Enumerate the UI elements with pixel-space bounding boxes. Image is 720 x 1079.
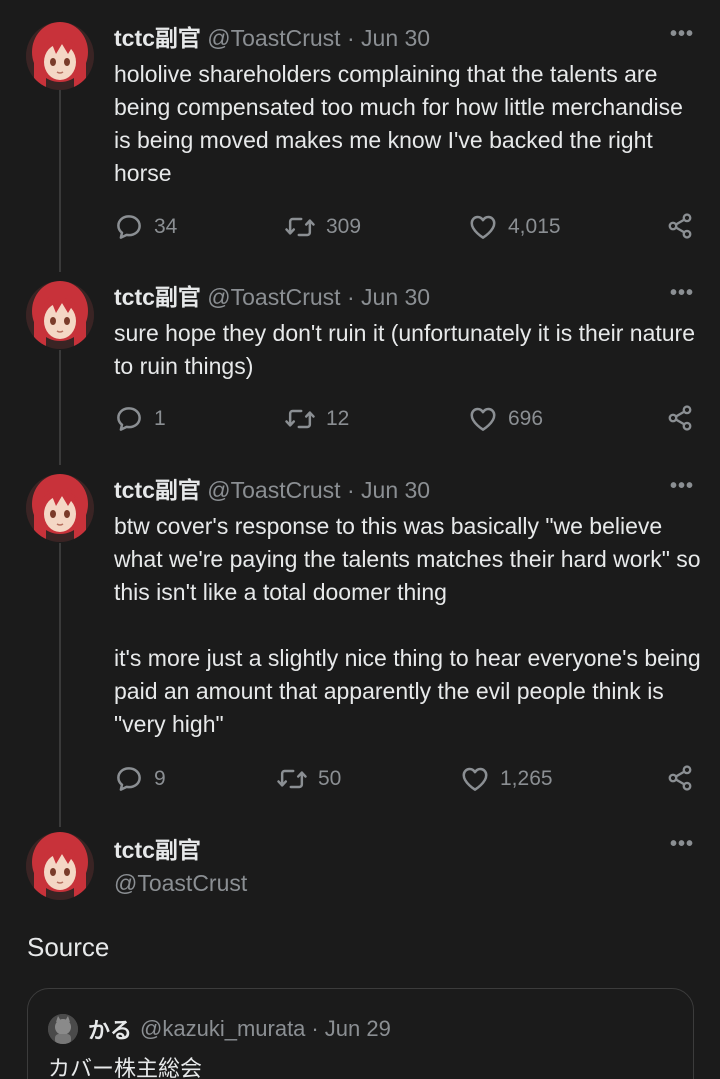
separator-dot: · bbox=[311, 1016, 319, 1041]
separator-dot: · bbox=[346, 25, 355, 51]
thread-page: tctc副官 @ToastCrust · Jun 30 ••• hololive… bbox=[0, 0, 720, 1079]
tweet-date[interactable]: Jun 30 bbox=[361, 284, 430, 310]
share-icon bbox=[666, 404, 694, 432]
thread-connector bbox=[59, 350, 61, 465]
retweet-count: 309 bbox=[326, 215, 362, 238]
tweet-header: tctc副官 @ToastCrust bbox=[114, 834, 247, 900]
quoted-tweet-text: カバー株主総会 bbox=[48, 1056, 203, 1079]
reply-button[interactable]: 34 bbox=[114, 212, 177, 242]
like-button[interactable]: 4,015 bbox=[468, 212, 561, 242]
tweet-text: hololive shareholders complaining that t… bbox=[114, 58, 704, 190]
like-count: 1,265 bbox=[500, 767, 553, 790]
reply-icon bbox=[114, 764, 144, 794]
tweet-date[interactable]: Jun 30 bbox=[361, 477, 430, 503]
avatar[interactable] bbox=[26, 281, 94, 349]
retweet-icon bbox=[284, 404, 316, 434]
quoted-user-handle[interactable]: @kazuki_murata bbox=[140, 1016, 305, 1042]
display-name[interactable]: tctc副官 bbox=[114, 477, 201, 503]
quoted-tweet-header: かる @kazuki_murata · Jun 29 bbox=[48, 1013, 391, 1045]
retweet-count: 50 bbox=[318, 767, 342, 790]
thread-connector bbox=[59, 90, 61, 272]
tweet-actions: 1 12 696 bbox=[114, 404, 694, 434]
tweet-text: btw cover's response to this was basical… bbox=[114, 510, 704, 741]
display-name[interactable]: tctc副官 bbox=[114, 284, 201, 310]
reply-count: 1 bbox=[154, 407, 166, 430]
share-button[interactable] bbox=[666, 404, 694, 432]
more-options-icon[interactable]: ••• bbox=[670, 476, 694, 496]
tweet-header: tctc副官 @ToastCrust · Jun 30 bbox=[114, 476, 430, 504]
reply-icon bbox=[114, 212, 144, 242]
reply-button[interactable]: 9 bbox=[114, 764, 166, 794]
heart-icon bbox=[460, 764, 490, 794]
tweet-paragraph: it's more just a slightly nice thing to … bbox=[114, 645, 701, 737]
tweet-paragraph: btw cover's response to this was basical… bbox=[114, 513, 701, 605]
tweet-header: tctc副官 @ToastCrust · Jun 30 bbox=[114, 24, 430, 52]
like-button[interactable]: 1,265 bbox=[460, 764, 553, 794]
separator-dot: · bbox=[346, 284, 355, 310]
avatar[interactable] bbox=[26, 832, 94, 900]
quoted-avatar[interactable] bbox=[48, 1014, 78, 1044]
retweet-icon bbox=[276, 764, 308, 794]
share-button[interactable] bbox=[666, 212, 694, 240]
avatar[interactable] bbox=[26, 474, 94, 542]
retweet-button[interactable]: 309 bbox=[284, 212, 361, 242]
tweet-actions: 34 309 4,015 bbox=[114, 212, 694, 242]
reply-icon bbox=[114, 404, 144, 434]
reply-count: 9 bbox=[154, 767, 166, 790]
tweet-paragraph: hololive shareholders complaining that t… bbox=[114, 61, 683, 186]
quoted-tweet-date[interactable]: Jun 29 bbox=[325, 1016, 391, 1042]
tweet-actions: 9 50 1,265 bbox=[114, 764, 694, 794]
separator-dot: · bbox=[346, 477, 355, 503]
share-icon bbox=[666, 764, 694, 792]
more-options-icon[interactable]: ••• bbox=[670, 283, 694, 303]
tweet-text: Source bbox=[27, 932, 110, 962]
user-handle[interactable]: @ToastCrust bbox=[114, 867, 247, 900]
retweet-icon bbox=[284, 212, 316, 242]
more-options-icon[interactable]: ••• bbox=[670, 24, 694, 44]
user-handle[interactable]: @ToastCrust bbox=[207, 284, 340, 310]
tweet-header: tctc副官 @ToastCrust · Jun 30 bbox=[114, 283, 430, 311]
heart-icon bbox=[468, 404, 498, 434]
reply-count: 34 bbox=[154, 215, 178, 238]
reply-button[interactable]: 1 bbox=[114, 404, 166, 434]
like-count: 696 bbox=[508, 407, 544, 430]
retweet-count: 12 bbox=[326, 407, 350, 430]
like-button[interactable]: 696 bbox=[468, 404, 543, 434]
quoted-tweet-card[interactable]: かる @kazuki_murata · Jun 29 カバー株主総会 bbox=[27, 988, 694, 1079]
tweet-paragraph: sure hope they don't ruin it (unfortunat… bbox=[114, 320, 695, 379]
user-handle[interactable]: @ToastCrust bbox=[207, 477, 340, 503]
avatar[interactable] bbox=[26, 22, 94, 90]
heart-icon bbox=[468, 212, 498, 242]
like-count: 4,015 bbox=[508, 215, 561, 238]
thread-connector bbox=[59, 543, 61, 827]
more-options-icon[interactable]: ••• bbox=[670, 834, 694, 854]
tweet-text: sure hope they don't ruin it (unfortunat… bbox=[114, 317, 704, 383]
display-name[interactable]: tctc副官 bbox=[114, 25, 201, 51]
retweet-button[interactable]: 50 bbox=[276, 764, 341, 794]
quoted-display-name[interactable]: かる bbox=[88, 1013, 132, 1045]
display-name[interactable]: tctc副官 bbox=[114, 834, 247, 867]
user-handle[interactable]: @ToastCrust bbox=[207, 25, 340, 51]
retweet-button[interactable]: 12 bbox=[284, 404, 349, 434]
share-icon bbox=[666, 212, 694, 240]
tweet-date[interactable]: Jun 30 bbox=[361, 25, 430, 51]
share-button[interactable] bbox=[666, 764, 694, 792]
